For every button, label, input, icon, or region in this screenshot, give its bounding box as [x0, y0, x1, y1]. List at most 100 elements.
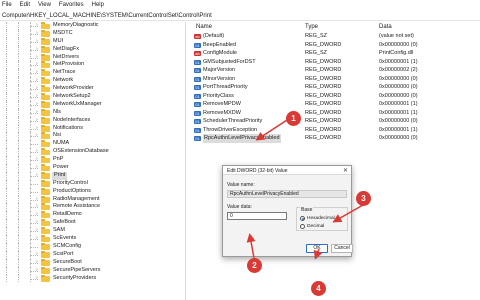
chevron-right-icon[interactable]: ›: [36, 69, 38, 77]
tree-item[interactable]: › Remote Assistance: [0, 203, 185, 212]
chevron-right-icon[interactable]: ›: [36, 259, 38, 267]
tree-item[interactable]: › Nls: [0, 108, 185, 117]
folder-icon: [41, 243, 50, 250]
chevron-right-icon[interactable]: ›: [36, 196, 38, 204]
tree-item[interactable]: › SecureBoot: [0, 258, 185, 267]
column-type-header[interactable]: Type: [305, 24, 318, 30]
tree-item[interactable]: › NetworkSetup2: [0, 93, 185, 101]
column-data-header[interactable]: Data: [379, 24, 392, 30]
value-row[interactable]: 01 SchedulerThreadPriority REG_DWORD 0x0000…: [192, 117, 480, 126]
chevron-right-icon[interactable]: ›: [36, 101, 38, 109]
value-row[interactable]: 01 PriorityClass REG_DWORD 0x00000000 (0): [192, 92, 480, 101]
chevron-right-icon[interactable]: ›: [36, 156, 38, 164]
tree-item[interactable]: › Network: [0, 77, 185, 86]
tree-item[interactable]: › MSDTC: [0, 29, 185, 38]
chevron-right-icon[interactable]: ›: [36, 30, 38, 38]
value-row[interactable]: ab (Default) REG_SZ (value not set): [192, 32, 480, 41]
address-bar[interactable]: Computer\HKEY_LOCAL_MACHINE\SYSTEM\Curre…: [0, 11, 480, 21]
tree-item[interactable]: › NetDiagFx: [0, 45, 185, 54]
column-name-header[interactable]: Name: [196, 24, 212, 30]
tree-guide-line: [6, 61, 7, 70]
tree-item[interactable]: › MUI: [0, 37, 185, 46]
chevron-right-icon[interactable]: ›: [36, 38, 38, 46]
tree-item[interactable]: › NetTrace: [0, 69, 185, 78]
registry-tree[interactable]: › MemoryDiagnostic › MSDTC › MUI › NetDiagFx › Ne…: [0, 22, 186, 300]
tree-item[interactable]: › SecurityProviders: [0, 274, 185, 283]
chevron-right-icon[interactable]: ›: [36, 164, 38, 172]
tree-item[interactable]: › OSExtensionDatabase: [0, 148, 185, 157]
tree-item[interactable]: › NetProvision: [0, 61, 185, 70]
chevron-right-icon[interactable]: ›: [36, 61, 38, 69]
menu-file[interactable]: File: [2, 2, 12, 8]
chevron-right-icon[interactable]: ›: [36, 251, 38, 259]
chevron-right-icon[interactable]: ›: [36, 172, 38, 180]
value-row[interactable]: 01 BeepEnabled REG_DWORD 0x00000000 (0): [192, 41, 480, 50]
tree-item[interactable]: PriorityControl: [0, 179, 185, 188]
tree-item[interactable]: › RadioManagement: [0, 195, 185, 204]
tree-item[interactable]: › ScEvents: [0, 235, 185, 243]
value-row[interactable]: 01 RpcAuthnLevelPrivacyEnabled REG_DWORD 0x…: [192, 134, 480, 143]
tree-item[interactable]: › SafeBoot: [0, 219, 185, 228]
tree-item[interactable]: ProductOptions: [0, 187, 185, 196]
menu-help[interactable]: Help: [92, 2, 104, 8]
tree-item[interactable]: › Print: [0, 171, 185, 180]
chevron-right-icon[interactable]: ›: [36, 93, 38, 101]
radio-hexadecimal[interactable]: Hexadecimal: [300, 215, 335, 222]
tree-item[interactable]: › ScsiPort: [0, 250, 185, 259]
chevron-right-icon[interactable]: ›: [36, 46, 38, 54]
value-data-input[interactable]: 0: [227, 212, 287, 220]
chevron-right-icon[interactable]: ›: [36, 54, 38, 62]
chevron-right-icon[interactable]: ›: [36, 148, 38, 156]
value-row[interactable]: 01 MinorVersion REG_DWORD 0x00000000 (0): [192, 75, 480, 84]
tree-item-label: MSDTC: [53, 29, 73, 36]
tree-item[interactable]: SCMConfig: [0, 242, 185, 251]
value-row[interactable]: 01 RemoveMXDW REG_DWORD 0x00000001 (1): [192, 109, 480, 118]
tree-item[interactable]: › SAM: [0, 227, 185, 236]
chevron-right-icon[interactable]: ›: [36, 219, 38, 227]
chevron-right-icon[interactable]: ›: [36, 203, 38, 211]
chevron-right-icon[interactable]: ›: [36, 77, 38, 85]
tree-item[interactable]: › Notifications: [0, 124, 185, 133]
chevron-right-icon[interactable]: ›: [36, 132, 38, 140]
values-pane[interactable]: Name Type Data ab (Default) REG_SZ (value n…: [192, 22, 480, 300]
menu-view[interactable]: View: [38, 2, 51, 8]
tree-item[interactable]: › NetworkUxManager: [0, 100, 185, 109]
tree-item[interactable]: › NodeInterfaces: [0, 116, 185, 125]
chevron-right-icon[interactable]: ›: [36, 211, 38, 219]
chevron-right-icon[interactable]: ›: [36, 117, 38, 125]
value-row[interactable]: ab ConfigModule REG_SZ PrintConfig.dll: [192, 49, 480, 58]
menu-favorites[interactable]: Favorites: [59, 2, 84, 8]
folder-icon: [41, 140, 50, 148]
value-row[interactable]: 01 ThrowDriverException REG_DWORD 0x0000000…: [192, 126, 480, 135]
value-row[interactable]: 01 MajorVersion REG_DWORD 0x00000002 (2): [192, 66, 480, 75]
chevron-right-icon[interactable]: ›: [36, 125, 38, 133]
tree-item[interactable]: NUMA: [0, 140, 185, 149]
tree-item[interactable]: › RetailDemo: [0, 211, 185, 220]
value-row[interactable]: 01 GMSubjustedForDST REG_DWORD 0x00000001 (…: [192, 58, 480, 67]
radio-button-hex[interactable]: [300, 216, 305, 221]
radio-button-dec[interactable]: [300, 224, 305, 229]
value-row[interactable]: 01 PortThreadPriority REG_DWORD 0x00000000 …: [192, 83, 480, 92]
chevron-right-icon[interactable]: ›: [36, 227, 38, 235]
tree-item[interactable]: › Nsi: [0, 132, 185, 141]
tree-item[interactable]: › MemoryDiagnostic: [0, 22, 185, 30]
tree-item[interactable]: › Power: [0, 164, 185, 172]
tree-item[interactable]: › SecurePipeServers: [0, 266, 185, 275]
ok-button[interactable]: OK: [306, 244, 328, 253]
cancel-button[interactable]: Cancel: [331, 244, 353, 253]
tree-item[interactable]: › PnP: [0, 156, 185, 165]
tree-item[interactable]: › NetworkProvider: [0, 85, 185, 94]
tree-item[interactable]: › NetDrivers: [0, 53, 185, 62]
chevron-right-icon[interactable]: ›: [36, 85, 38, 93]
address-path[interactable]: Computer\HKEY_LOCAL_MACHINE\SYSTEM\Curre…: [2, 13, 212, 19]
chevron-right-icon[interactable]: ›: [36, 22, 38, 30]
chevron-right-icon[interactable]: ›: [36, 267, 38, 275]
close-icon[interactable]: ✕: [343, 167, 348, 174]
chevron-right-icon[interactable]: ›: [36, 109, 38, 117]
menu-edit[interactable]: Edit: [20, 2, 30, 8]
chevron-right-icon[interactable]: ›: [36, 275, 38, 283]
folder-icon: [41, 219, 50, 227]
chevron-right-icon[interactable]: ›: [36, 235, 38, 243]
radio-decimal[interactable]: Decimal: [300, 223, 324, 230]
value-row[interactable]: 01 RemoveMPDW REG_DWORD 0x00000001 (1): [192, 100, 480, 109]
